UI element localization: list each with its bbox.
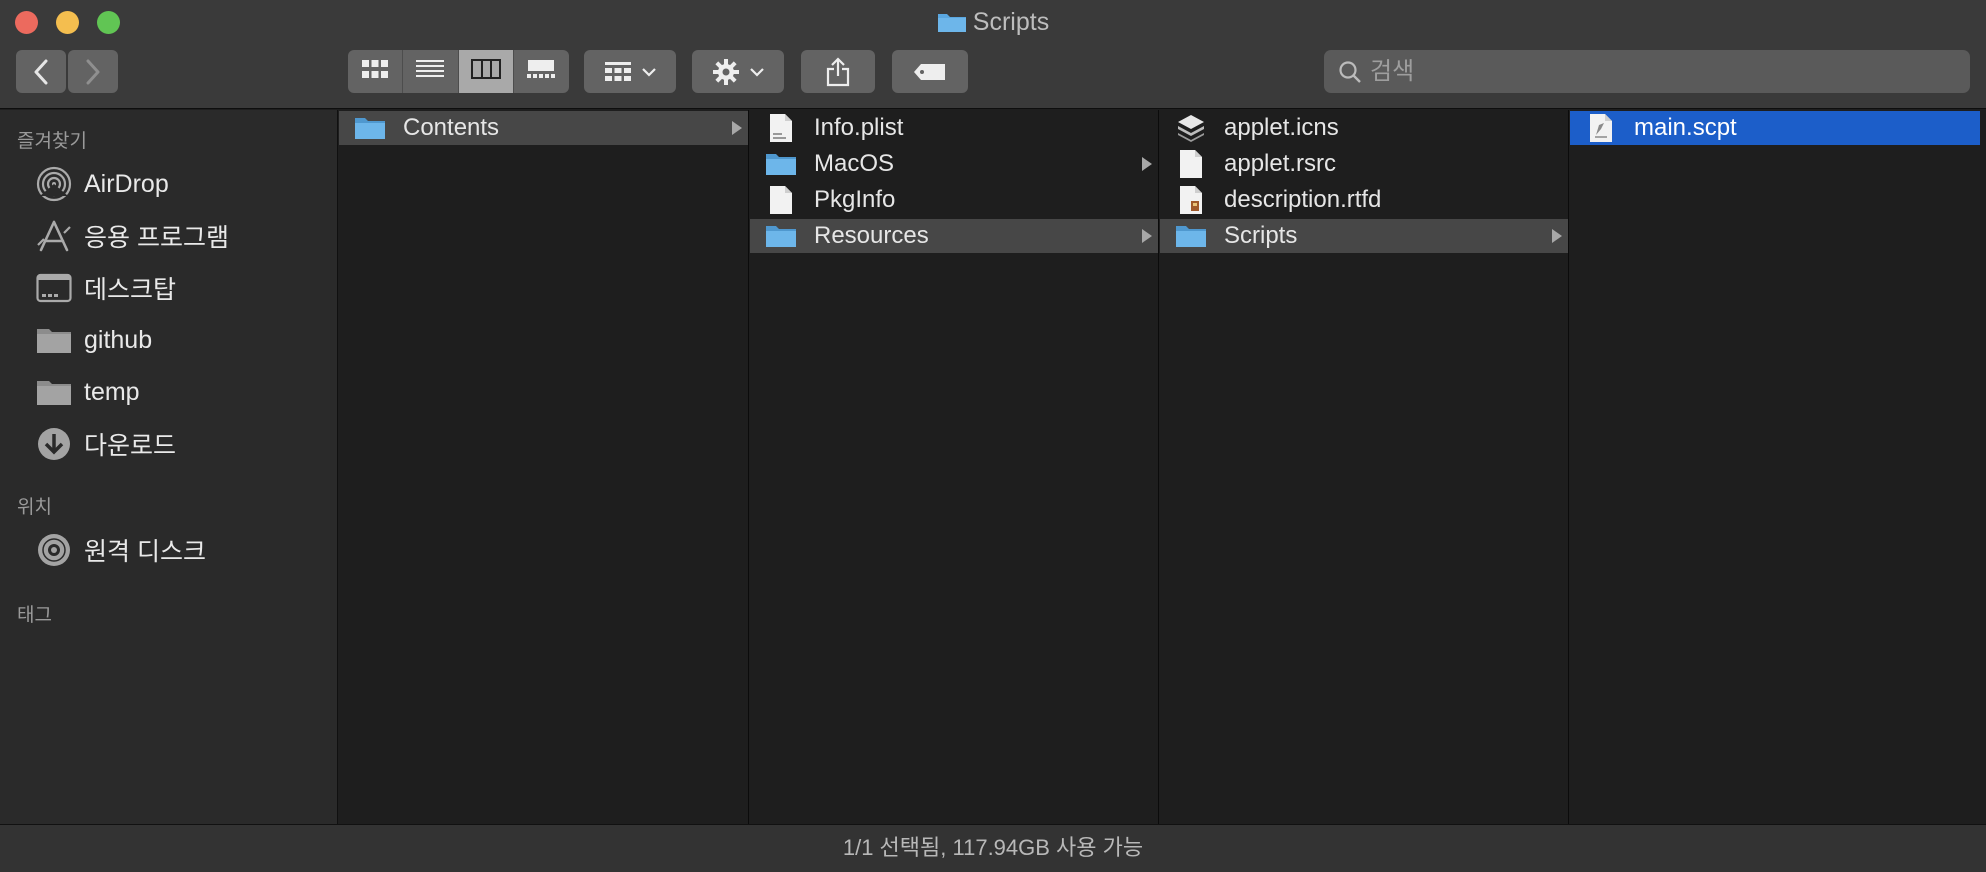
chevron-down-icon [750,67,764,77]
list-item-resources[interactable]: Resources [750,219,1158,253]
file-name: applet.rsrc [1224,150,1337,177]
sidebar-item-label: AirDrop [84,169,169,198]
icon-view-button[interactable] [348,50,404,93]
chevron-left-icon [33,59,49,85]
status-text: 1/1 선택됨, 117.94GB 사용 가능 [842,835,1144,860]
file-name: applet.icns [1224,114,1339,141]
browser-column-1: Contents [339,110,749,824]
rtfd-file-icon [1174,185,1208,215]
list-icon [416,59,445,84]
list-item-macos[interactable]: MacOS [750,147,1158,181]
file-name: Info.plist [814,114,904,141]
file-icon [764,185,798,215]
sidebar-item-label: 응용 프로그램 [84,224,229,252]
view-mode-control [348,50,569,93]
list-item-applet-icns[interactable]: applet.icns [1160,111,1568,145]
folder-icon [1174,221,1208,251]
action-button[interactable] [692,50,784,93]
browser-column-2: Info.plist MacOS PkgInfo Resources [750,110,1159,824]
folder-icon [764,221,798,251]
sidebar-item-temp[interactable]: temp [34,372,140,412]
script-file-icon [1584,113,1618,143]
browser-column-3: applet.icns applet.rsrc description.rtfd… [1160,110,1569,824]
folder-icon [34,320,74,360]
folder-icon [34,372,74,412]
tags-header: 태그 [17,605,52,626]
forward-button[interactable] [68,50,118,93]
gear-icon [712,58,740,86]
airdrop-icon [34,164,74,204]
sidebar-item-desktop[interactable]: 데스크탑 [34,268,176,308]
icns-file-icon [1174,113,1208,143]
back-button[interactable] [16,50,66,93]
finder-window: Scripts 검색 즐겨찾기 AirDrop 응용 프로그램 데스크탑 git… [0,0,1986,872]
folder-icon [353,113,387,143]
list-item-scripts[interactable]: Scripts [1160,219,1568,253]
list-item-main-scpt[interactable]: main.scpt [1570,111,1980,145]
sidebar-item-label: 원격 디스크 [84,538,206,566]
list-item-pkginfo[interactable]: PkgInfo [750,183,1158,217]
search-field[interactable] [1324,50,1970,93]
locations-header: 위치 [17,497,52,518]
file-name: Resources [814,222,929,249]
file-name: description.rtfd [1224,186,1382,213]
applications-icon [34,216,74,256]
sidebar-item-downloads[interactable]: 다운로드 [34,424,176,464]
list-view-button[interactable] [403,50,459,93]
group-by-button[interactable] [584,50,676,93]
sidebar: 즐겨찾기 AirDrop 응용 프로그램 데스크탑 github temp 다운… [0,110,338,824]
folder-icon [937,11,967,33]
disclosure-arrow-icon [1552,229,1562,243]
group-grid-icon [604,61,632,83]
list-item-description-rtfd[interactable]: description.rtfd [1160,183,1568,217]
tag-icon [913,63,947,81]
file-name: main.scpt [1634,114,1737,141]
folder-icon [764,149,798,179]
disclosure-arrow-icon [732,121,742,135]
disclosure-arrow-icon [1142,229,1152,243]
share-icon [826,56,850,87]
chevron-down-icon [642,67,656,77]
file-icon [1174,149,1208,179]
file-name: PkgInfo [814,186,896,213]
list-item-contents[interactable]: Contents [339,111,748,145]
search-input[interactable] [1370,50,1960,93]
file-name: MacOS [814,150,895,177]
desktop-icon [34,268,74,308]
sidebar-item-label: 데스크탑 [84,276,177,304]
toolbar: Scripts [0,0,1986,109]
disc-icon [34,530,74,570]
gallery-view-button[interactable] [513,50,569,93]
browser-column-4: main.scpt [1570,110,1986,824]
plist-file-icon [764,113,798,143]
tag-button[interactable] [892,50,968,93]
search-icon [1338,60,1362,89]
list-item-info-plist[interactable]: Info.plist [750,111,1158,145]
columns-icon [470,59,501,84]
sidebar-item-airdrop[interactable]: AirDrop [34,164,169,204]
downloads-icon [34,424,74,464]
column-view-button[interactable] [458,50,514,93]
list-item-applet-rsrc[interactable]: applet.rsrc [1160,147,1568,181]
sidebar-item-label: temp [84,377,140,406]
sidebar-item-remote-disc[interactable]: 원격 디스크 [34,530,206,570]
chevron-right-icon [85,59,101,85]
disclosure-arrow-icon [1142,157,1152,171]
grid-icon [361,59,389,84]
status-bar: 1/1 선택됨, 117.94GB 사용 가능 [0,824,1986,872]
file-name: Scripts [1224,222,1298,249]
favorites-header: 즐겨찾기 [17,131,87,152]
sidebar-item-label: github [84,325,153,354]
window-title-text: Scripts [972,8,1050,36]
file-name: Contents [403,114,500,141]
sidebar-item-applications[interactable]: 응용 프로그램 [34,216,229,256]
window-title: Scripts [0,8,1986,37]
sidebar-item-github[interactable]: github [34,320,152,360]
sidebar-item-label: 다운로드 [84,432,177,460]
gallery-icon [526,59,556,84]
share-button[interactable] [801,50,875,93]
